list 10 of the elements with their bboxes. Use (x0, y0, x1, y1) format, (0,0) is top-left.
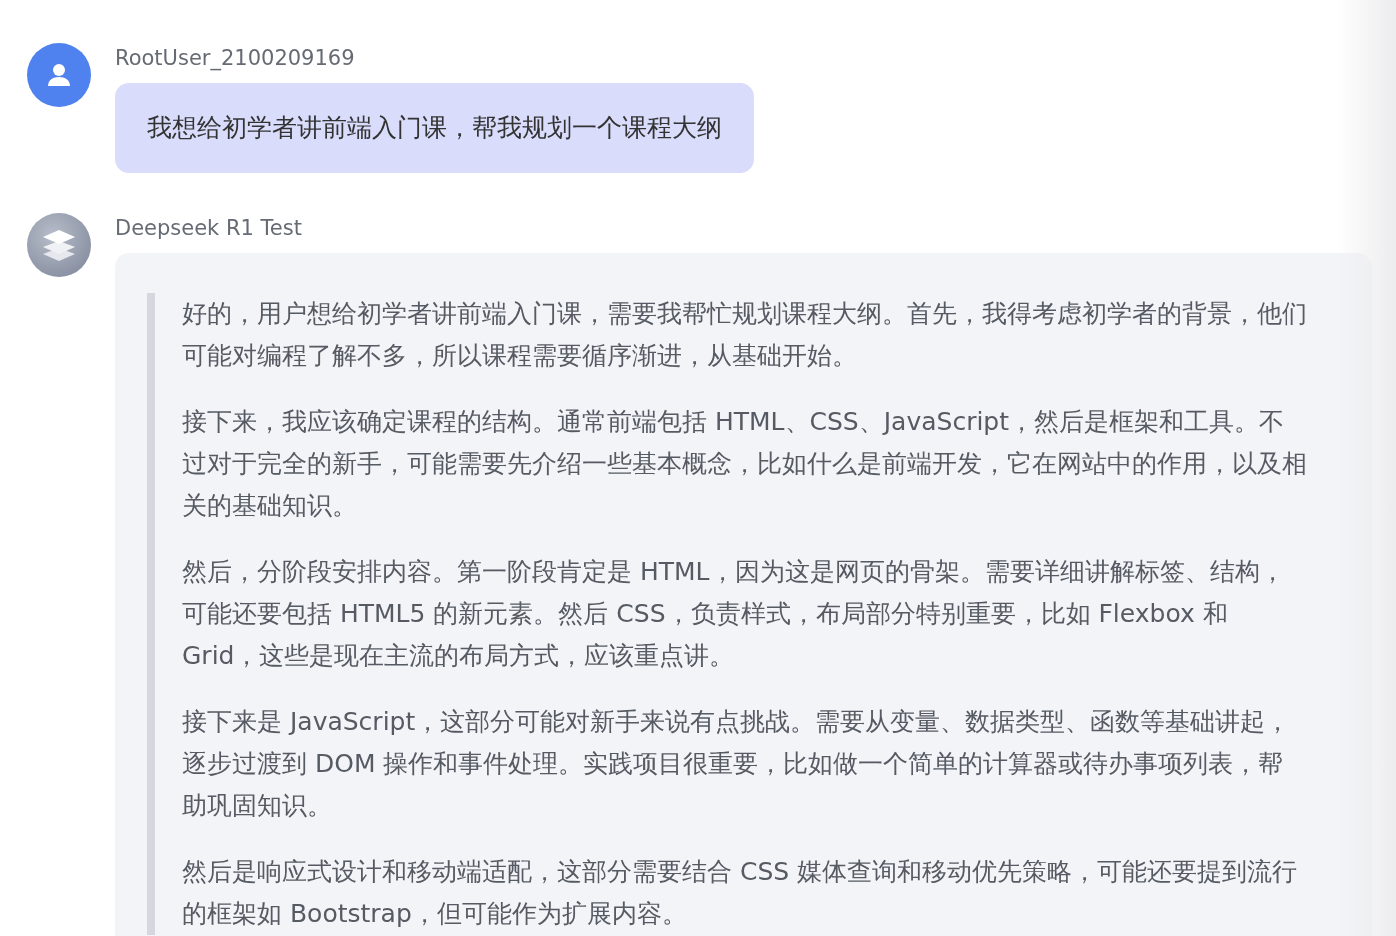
reasoning-paragraph: 然后，分阶段安排内容。第一阶段肯定是 HTML，因为这是网页的骨架。需要详细讲解标签、结构，可能还要包括 HTML5 的新元素。然后 CSS，负责样式，布局部分特别重要，比如 Flexbox 和 Grid，这些是现在主流的布局方式，应该重点讲。 (182, 556, 1286, 672)
bot-name: Deepseek R1 Test (115, 215, 303, 242)
person-icon (46, 62, 72, 88)
reasoning-paragraph: 然后是响应式设计和移动端适配，这部分需要结合 CSS 媒体查询和移动优先策略，可能还要提到流行的框架如 Bootstrap，但可能作为扩展内容。 (182, 856, 1299, 930)
user-name: RootUser_2100209169 (115, 45, 356, 73)
reasoning-paragraph: 接下来，我应该确定课程的结构。通常前端包括 HTML、CSS、JavaScript，然后是框架和工具。不过对于完全的新手，可能需要先介绍一些基本概念，比如什么是前端开发，它在网站中的作用，以及相关的基础知识。 (182, 406, 1307, 522)
layers-icon (41, 228, 77, 262)
reasoning-paragraph: 接下来是 JavaScript，这部分可能对新手来说有点挑战。需要从变量、数据类型、函数等基础讲起，逐步过渡到 DOM 操作和事件处理。实践项目很重要，比如做一个简单的计算器或待办事项列表，帮助巩固知识。 (182, 706, 1292, 822)
user-message: 我想给初学者讲前端入门课，帮我规划一个课程大纲 (115, 83, 754, 173)
reasoning-paragraph: 好的，用户想给初学者讲前端入门课，需要我帮忙规划课程大纲。首先，我得考虑初学者的背景，他们可能对编程了解不多，所以课程需要循序渐进，从基础开始。 (182, 298, 1307, 372)
